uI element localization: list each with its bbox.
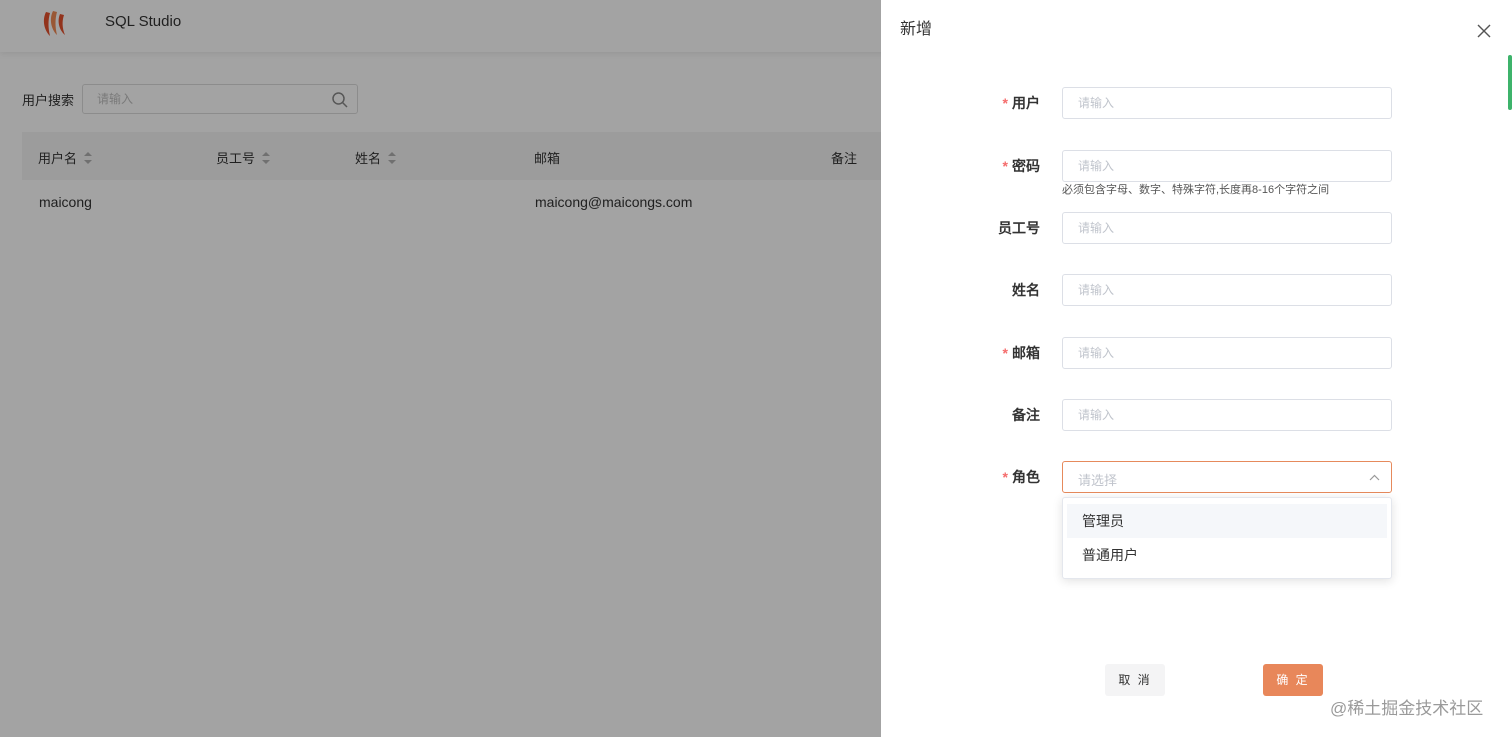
password-hint: 必须包含字母、数字、特殊字符,长度再8-16个字符之间 bbox=[1062, 184, 1330, 196]
email-field[interactable] bbox=[1062, 337, 1392, 369]
form-row-role: * 角色 请选择 bbox=[881, 461, 1512, 493]
name-label: 姓名 bbox=[1012, 282, 1040, 298]
password-field[interactable] bbox=[1062, 150, 1392, 182]
email-input[interactable] bbox=[1063, 338, 1391, 368]
watermark: @稀土掘金技术社区 bbox=[1330, 699, 1484, 718]
chevron-up-icon[interactable] bbox=[1368, 471, 1381, 484]
role-label: * 角色 bbox=[1003, 467, 1040, 487]
role-select[interactable]: 请选择 bbox=[1062, 461, 1392, 493]
role-dropdown: 管理员 普通用户 bbox=[1062, 497, 1392, 579]
form-row-remark: 备注 bbox=[881, 399, 1512, 431]
required-mark: * bbox=[1002, 95, 1008, 111]
close-icon[interactable] bbox=[1475, 22, 1493, 40]
email-label: * 邮箱 bbox=[1003, 343, 1040, 363]
user-label: * 用户 bbox=[1003, 93, 1040, 113]
email-label-text: 邮箱 bbox=[1012, 345, 1040, 361]
name-input[interactable] bbox=[1063, 275, 1391, 305]
confirm-button[interactable]: 确 定 bbox=[1263, 664, 1323, 696]
role-select-placeholder: 请选择 bbox=[1078, 473, 1118, 488]
role-option-user[interactable]: 普通用户 bbox=[1067, 538, 1387, 572]
role-label-text: 角色 bbox=[1012, 469, 1040, 485]
required-mark: * bbox=[1002, 345, 1008, 361]
form-row-name: 姓名 bbox=[881, 274, 1512, 306]
required-mark: * bbox=[1002, 158, 1008, 174]
form-row-password: * 密码 必须包含字母、数字、特殊字符,长度再8-16个字符之间 bbox=[881, 150, 1512, 196]
form-row-email: * 邮箱 bbox=[881, 337, 1512, 369]
form-row-employee-no: 员工号 bbox=[881, 212, 1512, 244]
employee-no-input[interactable] bbox=[1063, 213, 1391, 243]
employee-no-field[interactable] bbox=[1062, 212, 1392, 244]
user-label-text: 用户 bbox=[1012, 95, 1040, 111]
password-label: * 密码 bbox=[1003, 156, 1040, 176]
remark-label: 备注 bbox=[1012, 407, 1040, 423]
drawer-title: 新增 bbox=[900, 21, 933, 38]
add-user-drawer: 新增 *用户 *密码 必须包含字母、数字、特殊字符,长度再8-16个字符之间 员… bbox=[881, 0, 1512, 737]
name-field[interactable] bbox=[1062, 274, 1392, 306]
password-label-text: 密码 bbox=[1012, 158, 1040, 174]
password-input[interactable] bbox=[1063, 151, 1391, 181]
form-row-user: * 用户 bbox=[881, 87, 1512, 119]
cancel-button[interactable]: 取 消 bbox=[1105, 664, 1165, 696]
role-option-admin[interactable]: 管理员 bbox=[1067, 504, 1387, 538]
employee-no-label: 员工号 bbox=[998, 220, 1040, 236]
remark-input[interactable] bbox=[1063, 400, 1391, 430]
remark-field[interactable] bbox=[1062, 399, 1392, 431]
required-mark: * bbox=[1002, 469, 1008, 485]
user-input[interactable] bbox=[1063, 88, 1391, 118]
user-field[interactable] bbox=[1062, 87, 1392, 119]
